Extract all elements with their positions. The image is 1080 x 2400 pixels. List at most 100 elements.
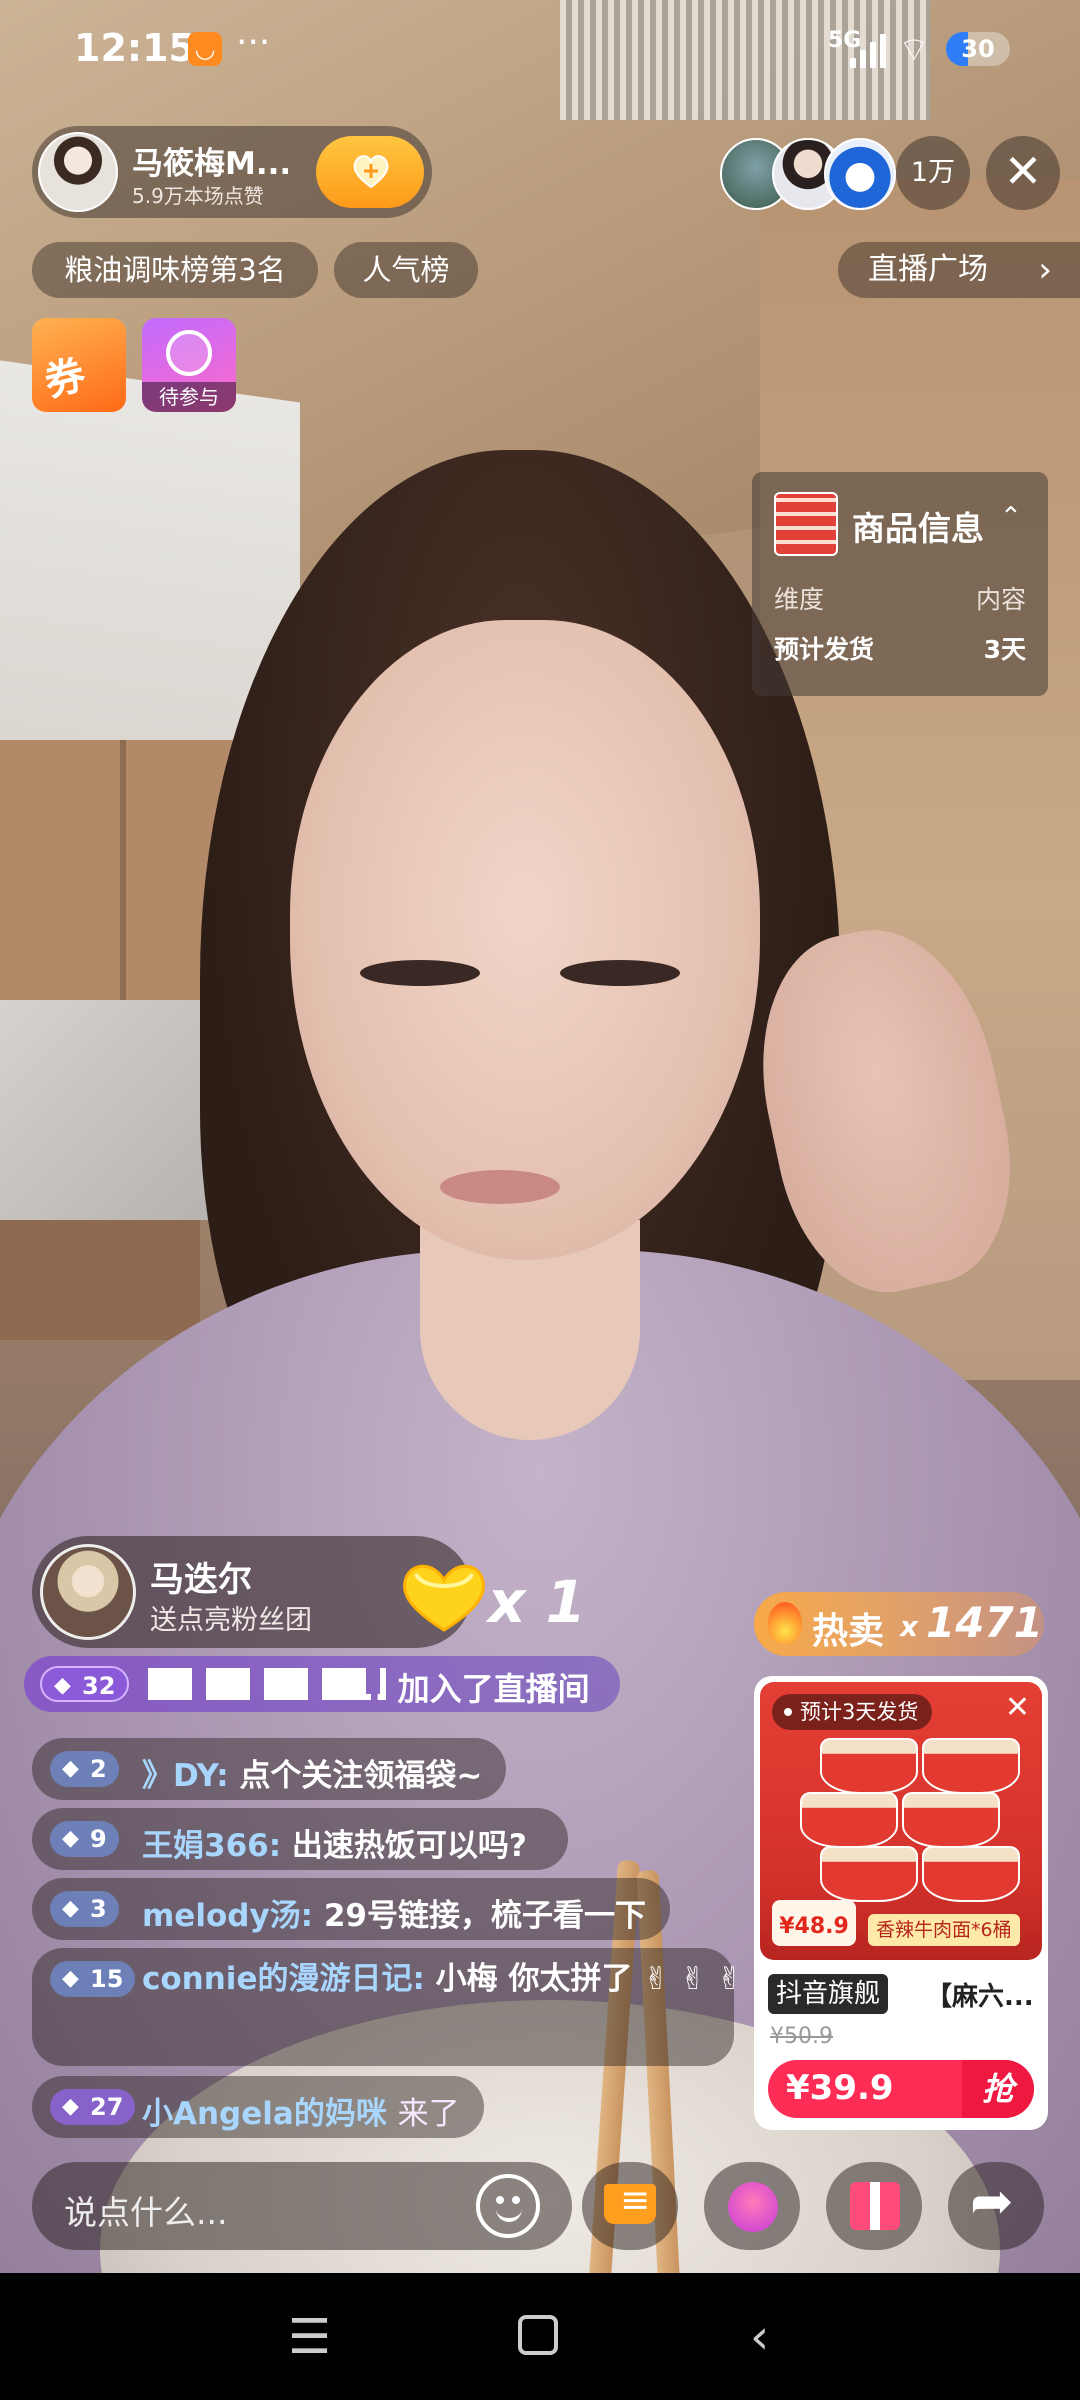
gift-notice: 马迭尔 送点亮粉丝团 [32,1536,485,1648]
shop-cart-button[interactable] [582,2162,678,2250]
kitchen-counter [0,1220,200,1340]
heart-icon [728,2182,778,2232]
chat-line: connie的漫游日记: 小梅 你太拼了 ✌ ✌ ✌ [142,1961,743,1997]
comment-input[interactable]: 说点什么... [32,2162,572,2250]
emoji-icon[interactable] [476,2174,540,2238]
live-plaza-button[interactable]: 直播广场 › [838,242,1080,298]
viewer-avatars[interactable] [716,134,896,214]
close-icon[interactable]: ✕ [1005,1690,1030,1725]
share-icon: ➦ [970,2172,1014,2232]
gift-user-avatar[interactable] [40,1544,136,1640]
join-text: ... 加入了直播间 [350,1670,590,1708]
chat-message[interactable]: 27 小Angela的妈咪 来了 [32,2076,484,2138]
gift-icon [850,2182,900,2230]
back-icon[interactable]: ‹ [750,2309,769,2365]
header-key: 维度 [774,585,825,614]
viewer-count[interactable]: 1万 [896,136,970,210]
viewer-avatar[interactable] [824,138,896,210]
more-notifications-icon: ··· [236,22,271,63]
golden-heart-icon [403,1564,485,1632]
header-value: 内容 [975,585,1026,614]
hot-sale-multiplier: x [900,1610,919,1643]
current-price: ¥39.9 [786,2068,894,2108]
status-time: 12:15 [74,26,195,70]
product-info-panel[interactable]: 商品信息 ⌃ 维度 内容 预计发货 3天 [752,472,1048,696]
app-notification-icon: ◡ [188,32,222,66]
chat-username[interactable]: 小Angela的妈咪 [142,2096,387,2132]
system-nav-bar: ☰ ‹ [0,2273,1080,2400]
product-thumbnail [774,492,838,556]
shipping-badge: 预计3天发货 [772,1694,933,1730]
chat-username[interactable]: 》DY [142,1758,216,1794]
chevron-up-icon[interactable]: ⌃ [1000,502,1022,532]
streamer-eye-left [360,960,480,986]
user-level-badge: 32 [40,1666,130,1704]
hot-sale-label: 热卖 [812,1611,885,1652]
noodle-cup [922,1738,1020,1794]
close-icon: ✕ [1003,144,1043,198]
recent-apps-icon[interactable]: ☰ [288,2309,331,2365]
battery-icon: 30 [946,32,1010,66]
chat-line: melody汤: 29号链接，梳子看一下 [142,1898,646,1934]
chat-message[interactable]: 3 melody汤: 29号链接，梳子看一下 [32,1878,670,1940]
chat-line: 小Angela的妈咪 来了 [142,2088,460,2133]
product-info-title: 商品信息 [852,509,984,548]
product-card[interactable]: 预计3天发货 ✕ ¥48.9 香辣牛肉面*6桶 抖音旗舰 【麻六... ¥50.… [754,1676,1048,2130]
row-value: 3天 [983,635,1026,664]
product-image[interactable]: 预计3天发货 ✕ ¥48.9 香辣牛肉面*6桶 [760,1682,1042,1960]
noodle-cup [902,1792,1000,1848]
gift-button[interactable] [826,2162,922,2250]
rank-tag[interactable]: 粮油调味榜第3名 [32,242,318,298]
flame-icon [768,1602,802,1644]
host-avatar[interactable] [38,132,118,212]
flavor-tag: 香辣牛肉面*6桶 [868,1914,1020,1946]
hot-sale-count: 1471 [926,1598,1043,1647]
battery-level: 30 [961,35,995,63]
user-level-badge: 3 [50,1891,119,1927]
chat-line: 》DY: 点个关注领福袋~ [142,1758,483,1794]
noodle-cup [820,1846,918,1902]
product-title[interactable]: 【麻六... [926,1976,1034,2013]
chat-text: 出速热饭可以吗? [291,1828,527,1864]
buy-button[interactable]: ¥39.9 抢 [768,2060,1034,2118]
row-key: 预计发货 [774,635,875,664]
chat-text: 小梅 你太拼了 ✌ ✌ ✌ [435,1961,743,1997]
lucky-bag-label: 待参与 [142,382,236,412]
chat-message[interactable]: 2 》DY: 点个关注领福袋~ [32,1738,506,1800]
chat-text: 点个关注领福袋~ [239,1758,483,1794]
gift-text: 送点亮粉丝团 [150,1605,312,1636]
chat-username[interactable]: connie的漫游日记 [142,1961,412,1997]
chevron-right-icon: › [1038,250,1052,290]
chat-text: 29号链接，梳子看一下 [323,1898,646,1934]
brand-tag: 抖音旗舰 [768,1974,889,2014]
host-profile[interactable]: 马筱梅M... 5.9万本场点赞 [32,126,432,218]
chat-message[interactable]: 9 王娟366: 出速热饭可以吗? [32,1808,568,1870]
coupon-button[interactable]: 券 [32,318,126,412]
bottom-action-bar: 说点什么... ➦ [32,2158,1048,2254]
lucky-bag-button[interactable]: 待参与 [142,318,236,412]
follow-button[interactable] [316,136,424,208]
chat-username[interactable]: 王娟366 [142,1828,269,1864]
user-level-badge: 2 [50,1751,119,1787]
chat-message[interactable]: 15 connie的漫游日记: 小梅 你太拼了 ✌ ✌ ✌ [32,1948,743,2066]
noodle-cup [820,1738,918,1794]
kitchen-backsplash [0,1000,220,1220]
home-icon[interactable] [518,2315,558,2355]
status-bar: 12:15 ◡ ··· 5G ⌔ 30 [0,0,1080,100]
promo-price-tag: ¥48.9 [772,1900,856,1946]
wifi-icon: ⌔ [898,30,930,70]
popularity-tag[interactable]: 人气榜 [334,242,478,298]
user-level-badge: 15 [50,1961,136,1997]
chat-line: 王娟366: 出速热饭可以吗? [142,1828,527,1864]
chat-username[interactable]: melody汤 [142,1898,301,1934]
join-banner: 32 ... 加入了直播间 [24,1656,620,1712]
heart-plus-icon [353,155,389,189]
chat-text: 来了 [397,2096,460,2132]
close-button[interactable]: ✕ [986,136,1060,210]
host-likes: 5.9万本场点赞 [132,184,264,208]
gift-user-name: 马迭尔 [150,1560,252,1600]
streamer-face [290,620,760,1260]
share-button[interactable]: ➦ [948,2162,1044,2250]
user-level-badge: 27 [50,2089,136,2125]
like-button[interactable] [704,2162,800,2250]
